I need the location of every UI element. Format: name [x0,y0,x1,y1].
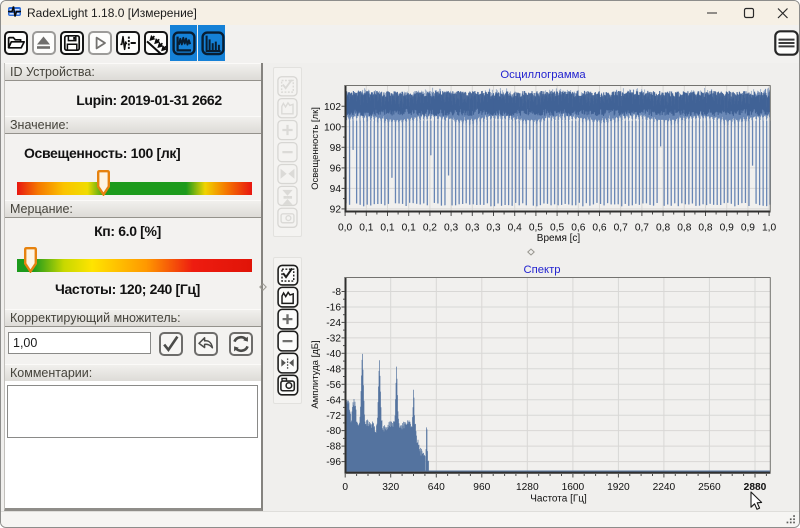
svg-text:1600: 1600 [562,482,585,493]
svg-text:0,1: 0,1 [359,223,373,234]
svg-text:-24: -24 [326,318,341,329]
svg-text:Спектр: Спектр [523,264,560,276]
svg-text:0,1: 0,1 [380,223,394,234]
svg-text:0,0: 0,0 [338,223,352,234]
svg-text:Осциллограмма: Осциллограмма [500,69,586,81]
svg-text:-80: -80 [326,426,341,437]
svg-text:1,0: 1,0 [762,223,776,234]
svg-text:92: 92 [330,205,342,216]
svg-text:-8: -8 [332,287,341,298]
svg-text:0,9: 0,9 [741,223,755,234]
svg-text:0,3: 0,3 [486,223,500,234]
svg-text:2240: 2240 [653,482,676,493]
svg-text:94: 94 [330,184,342,195]
svg-text:0,7: 0,7 [635,223,649,234]
svg-text:0,1: 0,1 [402,223,416,234]
svg-text:0: 0 [342,482,348,493]
svg-text:0,5: 0,5 [550,223,564,234]
svg-text:0,7: 0,7 [614,223,628,234]
svg-text:0,3: 0,3 [444,223,458,234]
svg-text:0,5: 0,5 [529,223,543,234]
svg-text:-16: -16 [326,303,341,314]
svg-text:1280: 1280 [516,482,539,493]
svg-text:-56: -56 [326,380,341,391]
svg-text:0,4: 0,4 [508,223,522,234]
svg-text:Частота [Гц]: Частота [Гц] [530,494,587,505]
svg-text:98: 98 [330,143,342,154]
svg-text:960: 960 [473,482,490,493]
svg-text:-72: -72 [326,411,341,422]
svg-text:-88: -88 [326,442,341,453]
svg-text:0,3: 0,3 [465,223,479,234]
svg-text:2560: 2560 [698,482,721,493]
svg-text:1920: 1920 [607,482,630,493]
svg-text:0,8: 0,8 [677,223,691,234]
svg-text:-64: -64 [326,395,341,406]
svg-text:320: 320 [382,482,399,493]
svg-text:Освещенность [лк]: Освещенность [лк] [310,107,321,190]
svg-text:102: 102 [324,102,341,113]
svg-text:-96: -96 [326,457,341,468]
svg-text:0,2: 0,2 [423,223,437,234]
svg-text:0,6: 0,6 [571,223,585,234]
svg-text:96: 96 [330,164,342,175]
svg-text:Амплитуда [дБ]: Амплитуда [дБ] [310,340,321,408]
svg-text:0,6: 0,6 [592,223,606,234]
svg-text:0,8: 0,8 [656,223,670,234]
svg-text:Время [с]: Время [с] [537,233,581,244]
svg-text:640: 640 [428,482,445,493]
svg-text:-48: -48 [326,364,341,375]
svg-text:0,9: 0,9 [720,223,734,234]
svg-text:0,8: 0,8 [698,223,712,234]
svg-text:-32: -32 [326,334,341,345]
svg-text:100: 100 [324,122,341,133]
svg-text:-40: -40 [326,349,341,360]
